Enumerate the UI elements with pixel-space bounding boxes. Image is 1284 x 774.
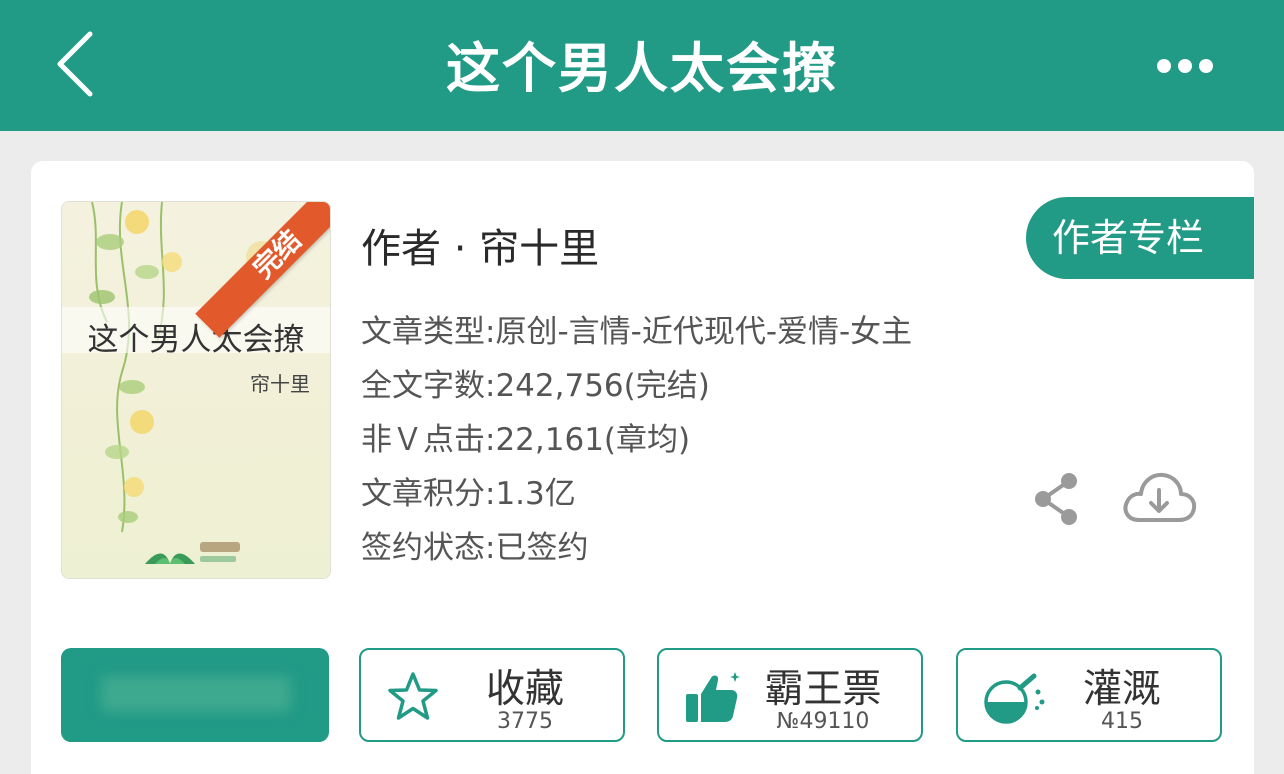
- irrigate-count: 415: [1101, 709, 1143, 734]
- favorite-button[interactable]: 收藏 3775: [359, 648, 625, 742]
- more-horizontal-icon: [1157, 59, 1213, 73]
- favorite-label: 收藏: [485, 667, 564, 712]
- info-article-type: 文章类型:原创-言情-近代现代-爱情-女主: [361, 314, 913, 350]
- overlord-ticket-label: 霸王票: [764, 667, 882, 712]
- more-button[interactable]: [1150, 46, 1220, 86]
- download-button[interactable]: [1121, 468, 1197, 532]
- overlord-ticket-button[interactable]: 霸王票 №49110: [657, 648, 923, 742]
- book-info-card: 这个男人太会撩 帘十里 完结 作者 · 帘十里 作者专栏 文章类型:原创-言情-…: [31, 161, 1254, 774]
- cloud-download-icon: [1123, 472, 1197, 522]
- top-bar: 这个男人太会撩: [0, 0, 1284, 131]
- info-word-count: 全文字数:242,756(完结): [361, 368, 710, 404]
- share-button[interactable]: [1031, 471, 1081, 531]
- page-title: 这个男人太会撩: [446, 37, 838, 100]
- blurred-label: [101, 676, 291, 712]
- share-icon: [1035, 473, 1077, 525]
- book-info-list: 文章类型:原创-言情-近代现代-爱情-女主 全文字数:242,756(完结) 非…: [361, 309, 912, 579]
- info-non-vip-clicks: 非Ｖ点击:22,161(章均): [361, 422, 691, 458]
- author-column-button[interactable]: 作者专栏: [1026, 197, 1254, 279]
- cover-author: 帘十里: [250, 372, 310, 396]
- cover-title: 这个男人太会撩: [87, 322, 305, 358]
- author-line[interactable]: 作者 · 帘十里: [361, 216, 599, 274]
- info-article-score: 文章积分:1.3亿: [361, 476, 576, 512]
- info-sign-status: 签约状态:已签约: [361, 530, 589, 566]
- irrigate-button[interactable]: 灌溉 415: [956, 648, 1222, 742]
- overlord-ticket-count: №49110: [776, 709, 870, 734]
- irrigate-label: 灌溉: [1082, 667, 1161, 712]
- favorite-count: 3775: [497, 709, 553, 734]
- read-button[interactable]: [61, 648, 329, 742]
- book-cover[interactable]: 这个男人太会撩 帘十里 完结: [61, 201, 331, 579]
- publisher-logo-icon: [145, 542, 240, 564]
